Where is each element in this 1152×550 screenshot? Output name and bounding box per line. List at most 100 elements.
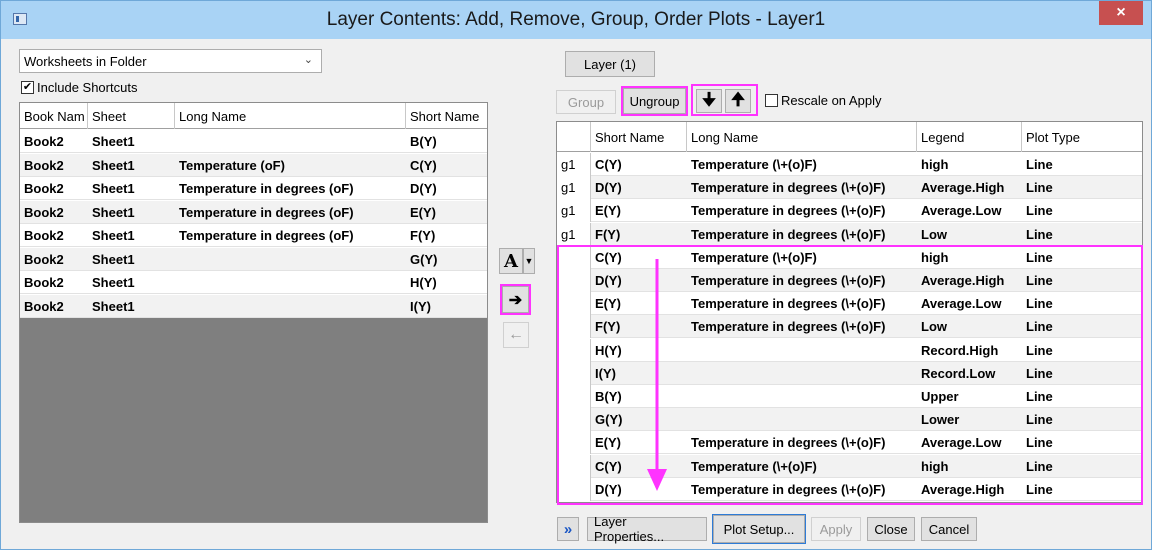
ungroup-button-label: Ungroup xyxy=(629,93,680,109)
apply-label: Apply xyxy=(819,521,853,537)
table-cell xyxy=(175,271,406,294)
table-cell: Book2 xyxy=(24,228,64,243)
dialog-client: Worksheets in Folder ⌄ ✔ Include Shortcu… xyxy=(9,39,1143,544)
rescale-row[interactable]: Rescale on Apply xyxy=(765,93,881,108)
column-header[interactable]: Book Nam xyxy=(20,103,88,129)
expand-button[interactable]: » xyxy=(557,517,579,541)
table-cell: Book2 xyxy=(24,298,64,314)
table-cell: Temperature in degrees (\+(o)F) xyxy=(691,226,886,242)
plot-row[interactable]: g1 D(Y) Temperature in degrees (\+(o)F) Ave… xyxy=(557,176,1142,200)
rescale-checkbox[interactable] xyxy=(765,94,778,107)
group-cell: g1 xyxy=(557,199,591,223)
column-header[interactable]: Long Name xyxy=(175,103,406,129)
plot-row[interactable]: g1 F(Y) Temperature in degrees (\+(o)F) Low… xyxy=(557,222,1142,246)
arrow-left-icon: ← xyxy=(508,326,524,343)
table-row[interactable]: Book2 Sheet1 B(Y) xyxy=(20,130,487,153)
app-icon xyxy=(13,13,27,25)
close-button[interactable]: Close xyxy=(867,517,915,541)
table-cell: Line xyxy=(1026,180,1053,196)
table-row[interactable]: Book2 Sheet1 H(Y) xyxy=(20,271,487,294)
table-cell: B(Y) xyxy=(410,134,437,149)
plot-setup-label: Plot Setup... xyxy=(723,521,795,537)
available-data-grid[interactable]: Book Nam Sheet Long Name Short Name Book2 Sh… xyxy=(19,102,488,523)
source-dropdown-value: Worksheets in Folder xyxy=(24,53,147,69)
add-plot-button[interactable]: ➔ xyxy=(500,284,531,315)
table-cell: E(Y) xyxy=(595,203,621,219)
apply-button[interactable]: Apply xyxy=(811,517,861,541)
table-cell: Sheet1 xyxy=(92,157,135,173)
include-shortcuts-checkbox[interactable]: ✔ xyxy=(21,81,34,94)
table-cell xyxy=(175,248,406,271)
table-cell: Book2 xyxy=(24,251,64,267)
plot-list-header: Short Name Long Name Legend Plot Type xyxy=(557,122,1142,152)
move-up-button[interactable]: 🠉 xyxy=(725,89,751,113)
layer-button[interactable]: Layer (1) xyxy=(565,51,655,77)
empty-grid-area xyxy=(20,318,487,522)
table-cell: D(Y) xyxy=(410,181,437,196)
column-header[interactable] xyxy=(557,122,591,152)
table-cell: H(Y) xyxy=(410,275,437,290)
cancel-button[interactable]: Cancel xyxy=(921,517,977,541)
table-cell: Sheet1 xyxy=(92,251,135,267)
title-bar[interactable]: Layer Contents: Add, Remove, Group, Orde… xyxy=(1,1,1151,39)
move-down-button[interactable]: 🠋 xyxy=(696,89,722,113)
table-cell xyxy=(175,295,406,318)
table-cell: Sheet1 xyxy=(92,181,135,196)
table-cell: Sheet1 xyxy=(92,134,135,149)
group-button[interactable]: Group xyxy=(556,90,616,114)
text-tool-button[interactable]: A xyxy=(499,248,523,274)
source-dropdown[interactable]: Worksheets in Folder ⌄ xyxy=(19,49,322,73)
text-tool-label: A xyxy=(504,250,518,272)
table-row[interactable]: Book2 Sheet1 Temperature in degrees (oF) E(… xyxy=(20,200,487,224)
group-cell: g1 xyxy=(557,176,591,200)
table-cell: Book2 xyxy=(24,181,64,196)
table-row[interactable]: Book2 Sheet1 Temperature in degrees (oF) F(… xyxy=(20,224,487,247)
plot-row[interactable]: g1 E(Y) Temperature in degrees (\+(o)F) Ave… xyxy=(557,199,1142,223)
table-cell: Book2 xyxy=(24,157,64,173)
table-cell: G(Y) xyxy=(410,251,438,267)
table-cell: Temperature (oF) xyxy=(179,157,285,173)
table-cell: F(Y) xyxy=(595,226,621,242)
table-cell: F(Y) xyxy=(410,228,436,243)
plot-setup-button[interactable]: Plot Setup... xyxy=(712,514,806,544)
table-cell: Temperature in degrees (\+(o)F) xyxy=(691,203,886,219)
plot-row[interactable]: g1 C(Y) Temperature (\+(o)F) high Line xyxy=(557,153,1142,176)
table-cell: Line xyxy=(1026,157,1053,172)
table-cell: Temperature in degrees (oF) xyxy=(179,204,354,220)
caret-down-icon: ▼ xyxy=(524,256,534,266)
column-header[interactable]: Short Name xyxy=(591,122,687,152)
include-shortcuts-label: Include Shortcuts xyxy=(37,80,138,95)
include-shortcuts-row[interactable]: ✔ Include Shortcuts xyxy=(21,80,137,95)
table-cell: Sheet1 xyxy=(92,228,135,243)
table-cell: Temperature in degrees (oF) xyxy=(179,228,354,243)
close-window-button[interactable]: × xyxy=(1099,1,1143,25)
column-header[interactable]: Short Name xyxy=(406,103,487,129)
table-cell: Average.Low xyxy=(921,203,1002,219)
ungroup-button[interactable]: Ungroup xyxy=(621,86,688,116)
table-cell: Low xyxy=(921,226,947,242)
group-cell: g1 xyxy=(557,222,591,246)
table-cell: C(Y) xyxy=(595,157,622,172)
table-row[interactable]: Book2 Sheet1 Temperature (oF) C(Y) xyxy=(20,153,487,177)
table-cell: C(Y) xyxy=(410,157,437,173)
reorder-annotation-arrow xyxy=(647,259,667,491)
column-header[interactable]: Long Name xyxy=(687,122,917,152)
table-row[interactable]: Book2 Sheet1 G(Y) xyxy=(20,247,487,271)
dialog-window: Layer Contents: Add, Remove, Group, Orde… xyxy=(0,0,1152,550)
rescale-label: Rescale on Apply xyxy=(781,93,882,108)
column-header[interactable]: Sheet xyxy=(88,103,175,129)
table-cell: Sheet1 xyxy=(92,298,135,314)
text-tool-dropdown[interactable]: ▼ xyxy=(523,248,535,274)
remove-plot-button[interactable]: ← xyxy=(503,322,529,348)
arrow-right-icon: ➔ xyxy=(508,291,523,309)
table-cell: Sheet1 xyxy=(92,204,135,220)
window-title: Layer Contents: Add, Remove, Group, Orde… xyxy=(326,9,826,30)
layer-properties-button[interactable]: Layer Properties... xyxy=(587,514,707,544)
table-row[interactable]: Book2 Sheet1 Temperature in degrees (oF) D(… xyxy=(20,177,487,200)
arrow-up-icon: 🠉 xyxy=(730,89,746,109)
table-row[interactable]: Book2 Sheet1 I(Y) xyxy=(20,294,487,318)
table-cell: Line xyxy=(1026,226,1053,242)
column-header[interactable]: Legend xyxy=(917,122,1022,152)
table-cell: Line xyxy=(1026,203,1053,219)
column-header[interactable]: Plot Type xyxy=(1022,122,1142,152)
